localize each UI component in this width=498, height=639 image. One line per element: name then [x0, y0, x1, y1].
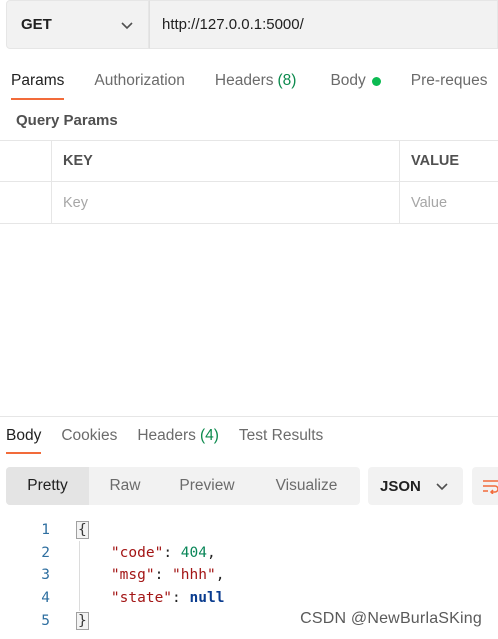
response-tab-body[interactable]: Body — [6, 420, 42, 454]
wrap-lines-icon — [483, 480, 498, 494]
response-tab-body-label: Body — [6, 427, 42, 444]
tab-params-label: Params — [11, 72, 65, 89]
json-key: "state" — [110, 590, 173, 607]
request-tabs: Params Authorization Headers (8) Body Pr… — [0, 62, 498, 102]
response-tab-test-results[interactable]: Test Results — [239, 420, 323, 452]
response-tab-headers[interactable]: Headers (4) — [137, 420, 219, 452]
key-column-header: KEY — [52, 141, 400, 181]
json-value: "hhh" — [172, 567, 216, 584]
params-table: KEY VALUE Key Value — [0, 140, 498, 224]
open-brace: { — [76, 521, 89, 540]
headers-count: (8) — [277, 72, 297, 89]
language-label: JSON — [380, 477, 421, 495]
tab-body-label: Body — [330, 72, 366, 89]
preview-button[interactable]: Preview — [161, 467, 253, 505]
value-column-header: VALUE — [411, 153, 460, 169]
query-params-title: Query Params — [16, 112, 118, 129]
value-input[interactable]: Value — [400, 182, 498, 223]
key-input[interactable]: Key — [52, 182, 400, 223]
pretty-button[interactable]: Pretty — [6, 467, 89, 505]
response-tab-cookies-label: Cookies — [61, 427, 118, 444]
json-value: null — [189, 590, 225, 607]
chevron-down-icon — [436, 483, 448, 491]
tab-authorization-label: Authorization — [94, 72, 185, 89]
params-header-row: KEY VALUE — [0, 140, 498, 182]
language-select[interactable]: JSON — [368, 467, 463, 505]
code-line: 4 "state": null — [0, 587, 498, 610]
visualize-button[interactable]: Visualize — [253, 467, 360, 505]
chevron-down-icon — [121, 21, 133, 29]
line-number: 2 — [41, 544, 50, 561]
line-number: 3 — [41, 567, 50, 584]
url-input[interactable]: http://127.0.0.1:5000/ — [149, 0, 498, 49]
tab-body[interactable]: Body — [330, 62, 381, 100]
response-tab-cookies[interactable]: Cookies — [61, 420, 117, 452]
raw-button[interactable]: Raw — [89, 467, 161, 505]
response-divider — [0, 416, 498, 417]
close-brace: } — [76, 611, 89, 630]
tab-pre-request-label: Pre-reques — [410, 72, 488, 89]
response-tab-headers-label: Headers — [137, 427, 196, 444]
tab-authorization[interactable]: Authorization — [94, 62, 184, 100]
json-value: 404 — [180, 544, 207, 561]
json-key: "code" — [110, 544, 164, 561]
method-label: GET — [21, 16, 52, 33]
format-toggle-group: Pretty Raw Preview Visualize — [6, 467, 360, 505]
tab-headers[interactable]: Headers (8) — [215, 62, 297, 100]
body-indicator-dot-icon — [371, 76, 381, 86]
line-number: 5 — [41, 612, 50, 629]
response-tabs: Body Cookies Headers (4) Test Results — [0, 420, 498, 454]
watermark: CSDN @NewBurlaSKing — [300, 610, 482, 627]
tab-pre-request[interactable]: Pre-reques — [411, 62, 488, 100]
json-key: "msg" — [110, 567, 155, 584]
request-bar: GET http://127.0.0.1:5000/ — [6, 0, 498, 50]
tab-params[interactable]: Params — [11, 62, 65, 100]
row-check-cell — [0, 182, 52, 223]
code-line: 2 "code": 404, — [0, 542, 498, 565]
header-check-cell — [0, 141, 52, 181]
response-headers-count: (4) — [199, 427, 219, 444]
params-empty-row: Key Value — [0, 182, 498, 224]
line-number: 1 — [41, 522, 50, 539]
code-line: 3 "msg": "hhh", — [0, 564, 498, 587]
wrap-lines-button[interactable] — [472, 467, 498, 505]
method-select[interactable]: GET — [6, 0, 149, 49]
code-line: 1 { — [0, 519, 498, 542]
line-number: 4 — [41, 590, 50, 607]
url-text: http://127.0.0.1:5000/ — [162, 16, 304, 33]
tab-headers-label: Headers — [214, 72, 274, 89]
response-tab-test-results-label: Test Results — [238, 427, 324, 444]
